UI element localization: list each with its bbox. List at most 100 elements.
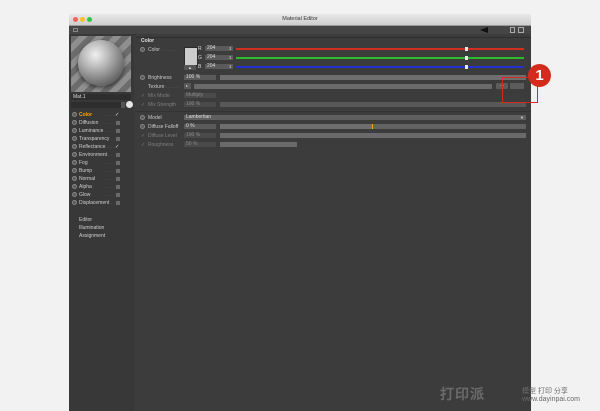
channel-animate-icon[interactable] (72, 120, 77, 125)
channel-checkbox[interactable] (116, 121, 120, 125)
channel-animate-icon[interactable] (72, 128, 77, 133)
page-item-illumination[interactable]: Illumination (79, 224, 134, 232)
channel-dots: . . . . (105, 184, 115, 190)
channel-item-normal[interactable]: Normal . . . . (69, 175, 134, 183)
channel-checkbox[interactable] (116, 153, 120, 157)
channel-slider-knob[interactable] (465, 65, 469, 69)
section-title: Color (141, 38, 155, 44)
menu-icon[interactable] (518, 27, 524, 33)
channel-checkbox[interactable] (116, 185, 120, 189)
mix-strength-field[interactable]: 100 % (184, 102, 216, 107)
channel-animate-icon[interactable] (72, 160, 77, 165)
mix-mode-dropdown[interactable]: Multiply (184, 93, 216, 98)
channel-item-alpha[interactable]: Alpha . . . . (69, 183, 134, 191)
channel-checkbox[interactable] (116, 129, 120, 133)
channel-slider[interactable] (236, 66, 524, 68)
texture-label: Texture (148, 84, 165, 90)
brightness-animate-icon[interactable] (140, 75, 145, 80)
channel-item-luminance[interactable]: Luminance. . . . (69, 127, 134, 135)
model-animate-icon[interactable] (140, 115, 145, 120)
channel-value-field[interactable]: 204 ⇕ (205, 46, 233, 51)
channel-slider[interactable] (236, 48, 524, 50)
channel-label: Diffusion (79, 120, 99, 126)
channel-animate-icon[interactable] (72, 200, 77, 205)
section-divider (136, 37, 531, 38)
page-item-editor[interactable]: Editor (79, 216, 134, 224)
color-animate-icon[interactable] (140, 47, 145, 52)
mix-strength-label: Mix Strength (148, 102, 177, 108)
diffuse-falloff-animate-icon[interactable] (140, 124, 145, 129)
diffuse-falloff-label: Diffuse Falloff (148, 124, 179, 130)
brightness-field[interactable]: 100 % (184, 75, 216, 80)
material-preview[interactable] (71, 36, 131, 92)
channel-dots: . . . . (105, 120, 115, 126)
model-label: Model (148, 115, 162, 121)
channel-value-field[interactable]: 204 ⇕ (205, 64, 233, 69)
channel-value-field[interactable]: 204 ⇕ (205, 55, 233, 60)
channel-item-transparency[interactable]: Transparency. . . . (69, 135, 134, 143)
channel-item-fog[interactable]: Fog . . . . (69, 159, 134, 167)
roughness-field[interactable]: 50 % (184, 142, 216, 147)
lock-icon[interactable] (510, 27, 515, 33)
channel-animate-icon[interactable] (72, 168, 77, 173)
channel-item-bump[interactable]: Bump . . . . (69, 167, 134, 175)
channel-checkbox[interactable] (116, 169, 120, 173)
page-item-assignment[interactable]: Assignment (79, 232, 134, 240)
stepper-icon[interactable]: ⇕ (229, 64, 232, 69)
channel-checkbox[interactable] (116, 201, 120, 205)
channel-animate-icon[interactable] (72, 144, 77, 149)
scroll-arrow[interactable] (121, 102, 125, 108)
channel-item-reflectance[interactable]: Reflectance. . . . ✓ (69, 143, 134, 151)
channel-animate-icon[interactable] (72, 152, 77, 157)
file-icon[interactable] (73, 28, 78, 32)
texture-menu-button[interactable]: ▸ (184, 83, 191, 89)
channel-item-diffusion[interactable]: Diffusion . . . . (69, 119, 134, 127)
channel-item-environment[interactable]: Environment. . . . (69, 151, 134, 159)
diffuse-falloff-field[interactable]: 0 % (184, 124, 216, 129)
watermark-url: www.dayinpai.com (522, 396, 580, 403)
channel-slider[interactable] (236, 57, 524, 59)
channel-label: Fog (79, 160, 88, 166)
diffuse-level-slider[interactable] (220, 133, 526, 138)
texture-field[interactable] (194, 84, 492, 89)
channel-dots: . . . . (105, 128, 115, 134)
channel-animate-icon[interactable] (72, 112, 77, 117)
channel-checkbox[interactable] (116, 161, 120, 165)
channel-slider-knob[interactable] (465, 47, 469, 51)
diffuse-level-field[interactable]: 100 % (184, 133, 216, 138)
arrow-back-icon[interactable] (480, 27, 488, 33)
channel-letter: B (198, 64, 202, 70)
channel-checkbox[interactable] (116, 177, 120, 181)
stepper-icon[interactable]: ⇕ (229, 46, 232, 51)
brightness-label: Brightness (148, 75, 172, 81)
channel-animate-icon[interactable] (72, 192, 77, 197)
material-options-icon[interactable] (126, 101, 133, 108)
diffuse-falloff-slider[interactable] (220, 124, 526, 129)
chevron-down-icon: ▼ (520, 115, 524, 120)
color-swatch[interactable] (184, 47, 198, 66)
channel-item-displacement[interactable]: Displacement. . . . (69, 199, 134, 207)
window-title: Material Editor (282, 16, 318, 22)
channel-item-glow[interactable]: Glow . . . . (69, 191, 134, 199)
brightness-slider[interactable] (220, 75, 526, 80)
roughness-slider[interactable] (220, 142, 526, 147)
material-search-field[interactable] (71, 102, 121, 108)
stepper-icon[interactable]: ⇕ (229, 55, 232, 60)
model-dropdown[interactable]: Lambertian ▼ (184, 115, 526, 120)
color-mode-button[interactable]: ▲ (184, 65, 196, 70)
channel-value: 204 (207, 63, 216, 69)
channel-item-color[interactable]: Color . . . . ✓ (69, 111, 134, 119)
mix-strength-slider[interactable] (220, 102, 526, 107)
channel-animate-icon[interactable] (72, 176, 77, 181)
model-value: Lambertian (186, 114, 212, 120)
channel-animate-icon[interactable] (72, 136, 77, 141)
checkbox-checked-icon[interactable]: ✓ (115, 111, 119, 119)
channel-slider-knob[interactable] (465, 56, 469, 60)
material-name-field[interactable]: Mat.1 (71, 94, 131, 100)
channel-animate-icon[interactable] (72, 184, 77, 189)
channel-row-r: R 204 ⇕ (198, 45, 528, 53)
channel-value: 204 (207, 45, 216, 51)
checkbox-checked-icon[interactable]: ✓ (115, 143, 119, 151)
channel-checkbox[interactable] (116, 137, 120, 141)
channel-checkbox[interactable] (116, 193, 120, 197)
